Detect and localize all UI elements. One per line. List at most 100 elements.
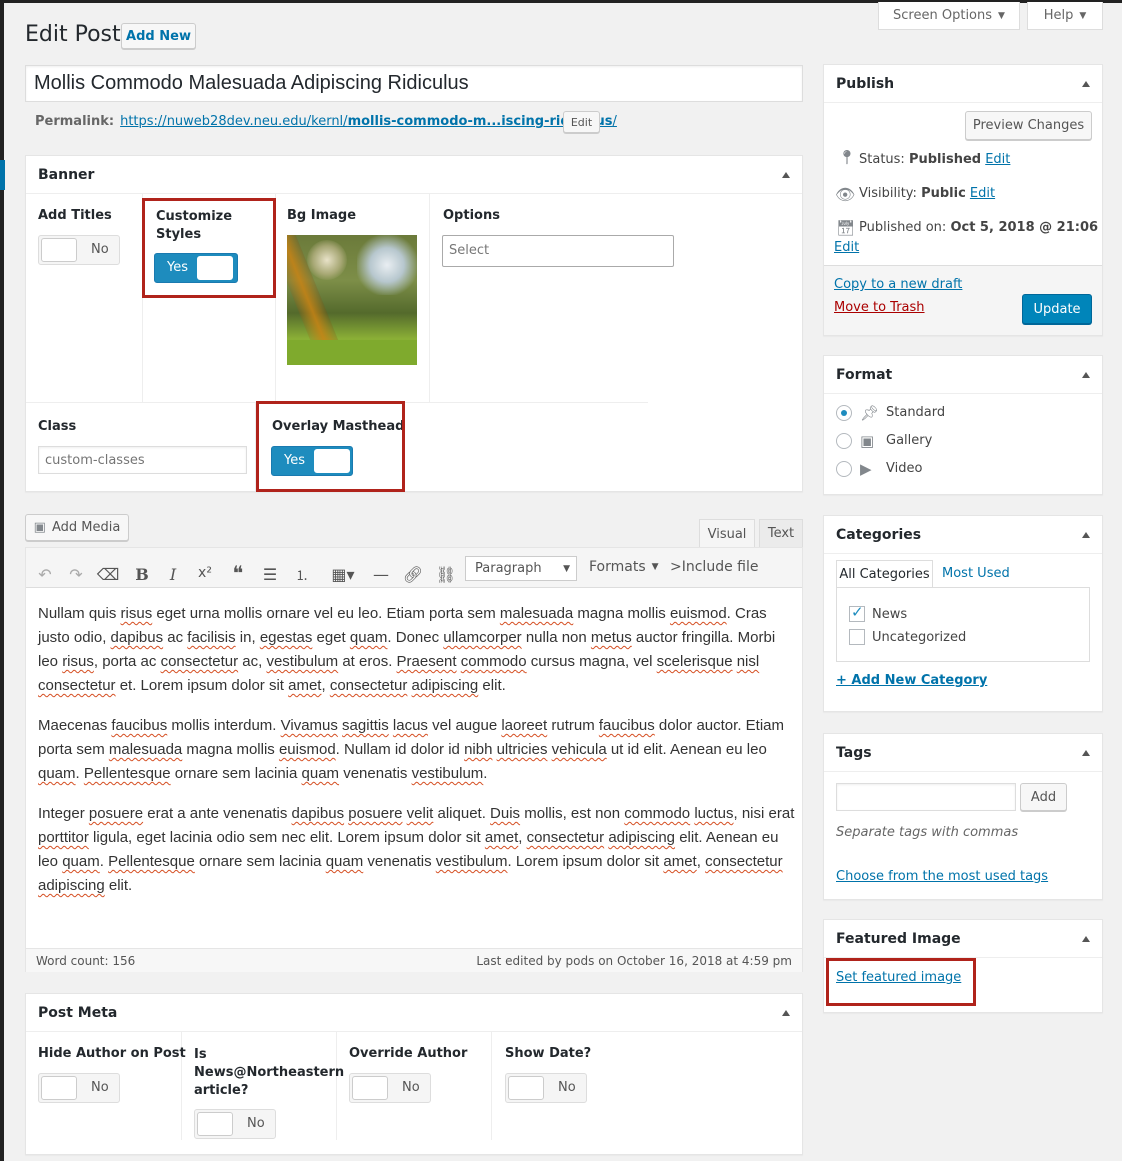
category-label-news: News: [872, 607, 908, 622]
link-icon[interactable]: 🔗︎: [401, 565, 425, 584]
bg-image-thumbnail[interactable]: [287, 235, 417, 365]
status-label: Status:: [859, 152, 905, 167]
options-select[interactable]: Select: [442, 235, 674, 267]
permalink-link[interactable]: https://nuweb28dev.neu.edu/kernl/mollis-…: [120, 114, 617, 129]
update-button[interactable]: Update: [1022, 294, 1092, 324]
is-news-line2: News@Northeastern: [194, 1065, 345, 1080]
formats-menu[interactable]: Formats ▼: [589, 559, 659, 575]
include-file-button[interactable]: >Include file: [670, 559, 758, 575]
screen-options-button[interactable]: Screen Options ▼: [878, 2, 1020, 30]
preview-changes-button[interactable]: Preview Changes: [965, 111, 1092, 140]
superscript-icon[interactable]: x²: [193, 565, 217, 581]
format-radio-gallery[interactable]: [836, 433, 852, 449]
permalink-edit-button[interactable]: Edit: [563, 111, 600, 133]
tags-header[interactable]: Tags: [824, 734, 1102, 772]
format-label-video: Video: [886, 461, 923, 476]
post-meta-header[interactable]: Post Meta: [26, 994, 802, 1032]
undo-icon[interactable]: ↶: [33, 565, 57, 584]
collapse-arrow-icon[interactable]: [1082, 531, 1090, 538]
published-edit-link[interactable]: Edit: [834, 240, 859, 255]
status-value: Published: [908, 152, 982, 167]
eye-icon: 👁︎: [835, 185, 856, 204]
choose-most-used-tags-link[interactable]: Choose from the most used tags: [836, 869, 1048, 884]
format-header[interactable]: Format: [824, 356, 1102, 394]
class-label: Class: [38, 419, 77, 434]
collapse-arrow-icon[interactable]: [1082, 80, 1090, 87]
featured-image-title: Featured Image: [836, 930, 961, 947]
override-author-toggle[interactable]: No: [349, 1073, 431, 1103]
visibility-value: Public: [921, 186, 966, 201]
tab-all-categories[interactable]: All Categories: [836, 560, 933, 588]
bullet-list-icon[interactable]: ☰: [258, 565, 282, 584]
permalink-slash: /: [612, 114, 617, 129]
permalink-row: Permalink: https://nuweb28dev.neu.edu/ke…: [35, 114, 617, 129]
chevron-down-icon: ▼: [998, 10, 1005, 21]
hide-author-toggle[interactable]: No: [38, 1073, 120, 1103]
horizontal-rule-icon[interactable]: —: [369, 565, 393, 584]
redo-icon[interactable]: ↷: [64, 565, 88, 584]
is-news-toggle[interactable]: No: [194, 1109, 276, 1139]
blockquote-icon[interactable]: ❝: [226, 561, 250, 585]
class-input[interactable]: [38, 446, 247, 474]
category-checkbox-uncategorized[interactable]: [849, 629, 865, 645]
add-titles-toggle[interactable]: No: [38, 235, 120, 265]
banner-header[interactable]: Banner: [26, 156, 802, 194]
add-media-label: Add Media: [51, 520, 121, 535]
publish-header[interactable]: Publish: [824, 65, 1102, 103]
format-radio-video[interactable]: [836, 461, 852, 477]
editor-content[interactable]: Nullam quis risus eget urna mollis ornar…: [38, 602, 796, 914]
tab-most-used[interactable]: Most Used: [942, 566, 1010, 581]
move-to-trash-link[interactable]: Move to Trash: [834, 300, 925, 315]
help-button[interactable]: Help ▼: [1027, 2, 1103, 30]
status-row: Status: Published Edit: [859, 152, 1010, 167]
paragraph-select[interactable]: Paragraph ▼: [465, 556, 577, 581]
collapse-arrow-icon[interactable]: [782, 1009, 790, 1016]
bold-icon[interactable]: B: [130, 565, 154, 584]
add-new-button[interactable]: Add New: [121, 23, 196, 49]
collapse-arrow-icon[interactable]: [1082, 935, 1090, 942]
show-date-toggle[interactable]: No: [505, 1073, 587, 1103]
table-icon[interactable]: ▦▾: [326, 565, 360, 584]
add-titles-label: Add Titles: [38, 208, 112, 223]
add-tag-button[interactable]: Add: [1020, 783, 1067, 811]
post-meta-title: Post Meta: [38, 1004, 118, 1021]
gallery-icon: ▣: [860, 432, 875, 450]
tags-input[interactable]: [836, 783, 1016, 811]
copy-draft-link[interactable]: Copy to a new draft: [834, 277, 962, 292]
tab-text[interactable]: Text: [759, 519, 803, 547]
content-paragraph: Nullam quis risus eget urna mollis ornar…: [38, 605, 776, 694]
collapse-arrow-icon[interactable]: [1082, 749, 1090, 756]
status-edit-link[interactable]: Edit: [985, 152, 1010, 167]
italic-icon[interactable]: I: [161, 565, 185, 584]
is-news-label: Is News@Northeastern article?: [194, 1046, 344, 1100]
pushpin-icon: 📌︎: [860, 404, 880, 422]
radio-dot: [841, 410, 847, 416]
override-author-label: Override Author: [349, 1046, 468, 1061]
help-label: Help: [1043, 8, 1074, 23]
numbered-list-icon[interactable]: ⒈: [290, 565, 314, 584]
visibility-edit-link[interactable]: Edit: [970, 186, 995, 201]
collapse-arrow-icon[interactable]: [1082, 371, 1090, 378]
grass-shape: [287, 340, 417, 365]
banner-title: Banner: [38, 166, 95, 183]
content-paragraph: Integer posuere erat a ante venenatis da…: [38, 805, 795, 894]
published-label: Published on:: [859, 220, 947, 235]
tags-title: Tags: [836, 744, 872, 761]
admin-menu-indicator: [0, 160, 5, 190]
chevron-down-icon: ▼: [1079, 10, 1087, 21]
categories-title: Categories: [836, 526, 922, 543]
tab-visual[interactable]: Visual: [699, 519, 755, 548]
eraser-icon[interactable]: ⌫: [96, 565, 120, 584]
unlink-icon[interactable]: ⛓︎: [434, 565, 458, 584]
featured-image-header[interactable]: Featured Image: [824, 920, 1102, 958]
category-checkbox-news[interactable]: ✓: [849, 603, 865, 622]
add-new-category-link[interactable]: + Add New Category: [836, 673, 987, 688]
add-media-button[interactable]: ▣ Add Media: [25, 514, 129, 541]
chevron-down-icon: ▼: [563, 563, 570, 574]
collapse-arrow-icon[interactable]: [782, 171, 790, 178]
categories-header[interactable]: Categories: [824, 516, 1102, 554]
camera-music-icon: ▣: [33, 520, 46, 535]
post-title-input[interactable]: Mollis Commodo Malesuada Adipiscing Ridi…: [25, 65, 803, 102]
hide-author-label: Hide Author on Post: [38, 1046, 186, 1061]
format-radio-standard[interactable]: [836, 405, 852, 421]
